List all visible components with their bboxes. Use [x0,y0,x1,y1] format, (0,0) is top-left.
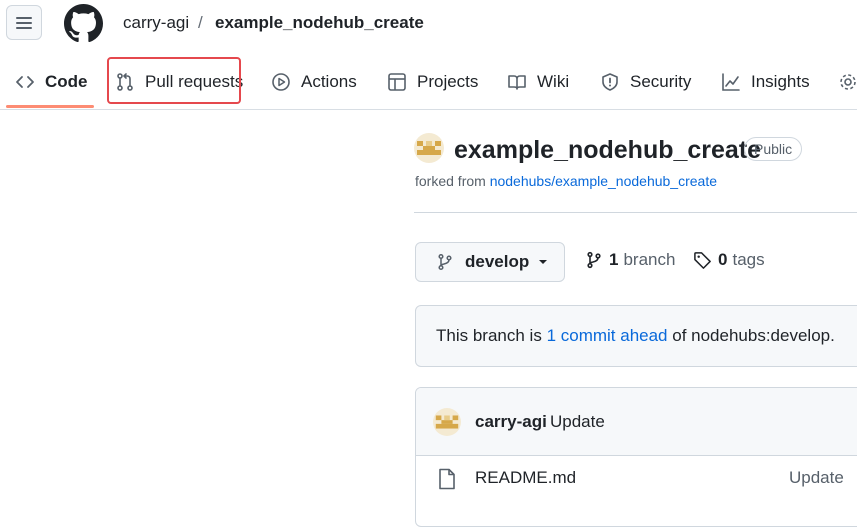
commit-message[interactable]: Update [550,412,605,432]
tags-link[interactable]: 0 tags [693,250,765,270]
avatar[interactable] [414,133,444,163]
git-branch-icon [438,253,452,271]
caret-down-icon [539,260,548,264]
commit-author-link[interactable]: carry-agi [475,412,547,432]
header-divider [414,212,857,213]
branch-status-box: This branch is 1 commit ahead of nodehub… [415,305,857,367]
current-branch-label: develop [465,252,530,271]
play-icon [272,73,290,91]
repo-title[interactable]: example_nodehub_create [454,136,761,165]
graph-icon [722,73,740,91]
tab-code[interactable]: Code [15,70,88,94]
tabs-divider [0,109,857,110]
tag-icon [694,251,711,269]
tab-wiki[interactable]: Wiki [507,70,569,94]
tab-actions[interactable]: Actions [271,70,357,94]
table-icon [388,73,406,91]
tab-actions-label: Actions [301,72,357,91]
file-name-link[interactable]: README.md [475,468,576,488]
forked-source-link[interactable]: nodehubs/example_nodehub_create [490,173,717,189]
commit-author-avatar[interactable] [433,408,461,436]
identicon-icon [435,415,459,429]
ahead-suffix: of nodehubs:develop. [672,326,835,345]
tab-insights-label: Insights [751,72,810,91]
book-icon [508,75,526,90]
branch-label: branch [623,250,676,269]
identicon-icon [417,141,441,155]
active-tab-underline [6,105,94,108]
branch-count: 1 [609,250,619,269]
tab-settings[interactable] [838,70,857,94]
repo-name-link[interactable]: example_nodehub_create [215,13,424,33]
tab-security[interactable]: Security [600,70,691,94]
git-branch-icon [587,251,601,269]
tab-projects-label: Projects [417,72,479,91]
commits-ahead-link[interactable]: 1 commit ahead [547,326,668,346]
file-list: carry-agi Update README.md Update [415,387,857,527]
ahead-prefix: This branch is [436,326,542,345]
forked-from: forked from nodehubs/example_nodehub_cre… [415,173,717,189]
github-logo-icon[interactable] [64,4,103,43]
latest-commit-header: carry-agi Update [416,388,857,456]
tab-wiki-label: Wiki [537,72,570,91]
file-icon [439,468,455,490]
tag-label: tags [732,250,765,269]
breadcrumb-separator: / [198,13,203,32]
hamburger-icon [16,16,32,29]
highlight-box [107,57,241,104]
tab-insights[interactable]: Insights [721,70,810,94]
menu-button[interactable] [6,5,42,40]
code-icon [16,76,34,88]
shield-icon [602,73,618,91]
forked-prefix: forked from [415,173,486,189]
repo-owner-link[interactable]: carry-agi [123,13,189,33]
visibility-badge: Public [744,137,803,161]
gear-icon [840,74,856,90]
file-commit-message[interactable]: Update [789,468,844,488]
branches-link[interactable]: 1 branch [585,250,675,270]
tab-security-label: Security [630,72,692,91]
tab-code-label: Code [45,72,88,91]
branch-selector-button[interactable]: develop [415,242,565,282]
tab-projects[interactable]: Projects [387,70,478,94]
tag-count: 0 [718,250,728,269]
